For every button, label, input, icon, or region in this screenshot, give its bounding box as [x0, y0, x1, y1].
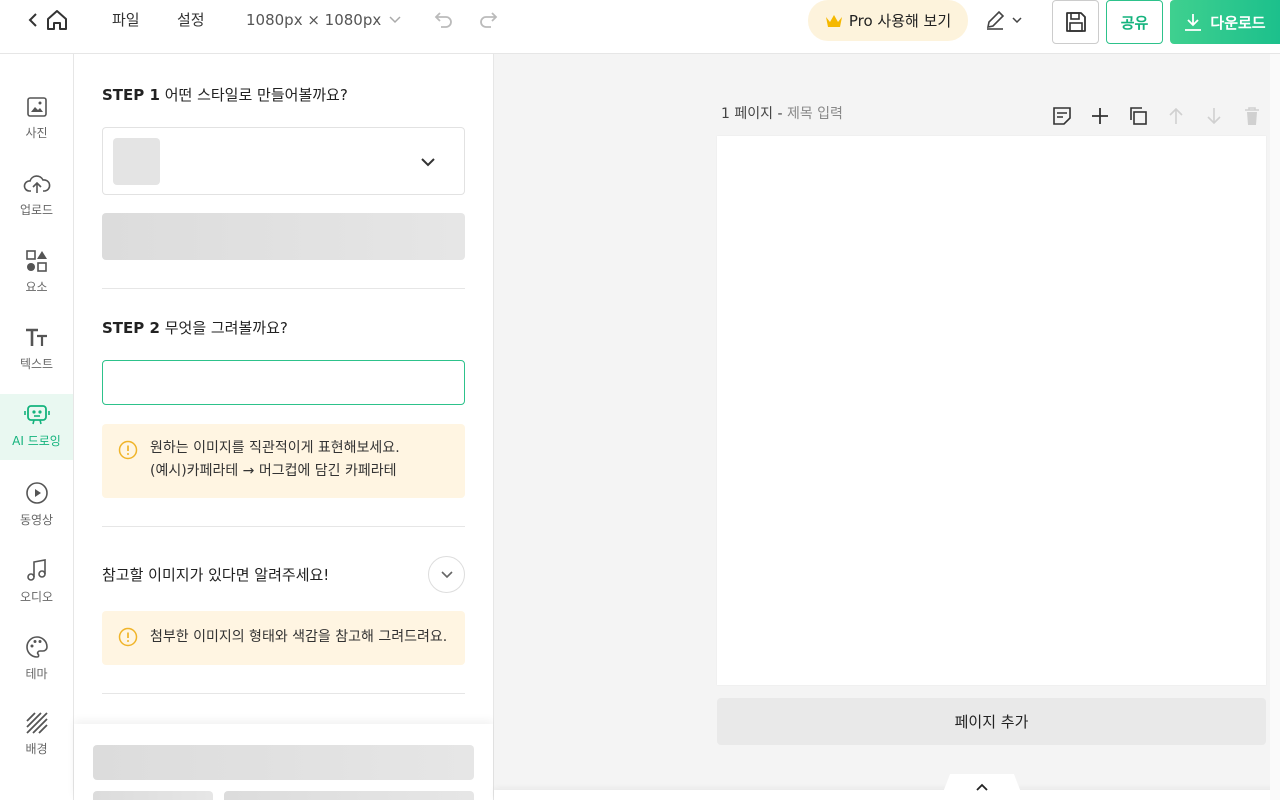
undo-icon[interactable]: [432, 8, 456, 32]
divider: [102, 288, 465, 289]
download-icon: [1185, 14, 1202, 31]
panel-footer: [74, 724, 493, 800]
rail-label: 텍스트: [19, 357, 54, 371]
chevron-up-icon: [976, 783, 988, 791]
prompt-tip-notice: 원하는 이미지를 직관적이게 표현해보세요. (예시)카페라테 → 머그컵에 담…: [102, 424, 465, 498]
upload-icon: [23, 175, 50, 193]
rail-label: AI 드로잉: [12, 434, 61, 448]
back-chevron-icon[interactable]: [26, 10, 40, 30]
elements-icon: [25, 250, 47, 272]
pen-icon: [986, 10, 1005, 30]
step1-number: STEP 1: [102, 86, 160, 104]
music-note-icon: [26, 559, 46, 581]
loading-placeholder: [224, 791, 474, 800]
page-toolbar: [1050, 104, 1264, 128]
reference-tip-notice: 첨부한 이미지의 형태와 색감을 참고해 그려드려요.: [102, 611, 465, 665]
save-button[interactable]: [1052, 0, 1099, 44]
pro-trial-label: Pro 사용해 보기: [848, 12, 952, 30]
style-thumbnail: [113, 138, 160, 185]
style-select[interactable]: [102, 127, 465, 195]
divider: [102, 693, 465, 694]
crown-icon: [825, 14, 842, 27]
background-icon: [25, 712, 48, 734]
settings-menu[interactable]: 설정: [177, 10, 205, 30]
reference-expand-button[interactable]: [428, 556, 465, 593]
rail-item-theme[interactable]: 테마: [0, 625, 73, 691]
left-rail: 사진 업로드 요소 텍스트 AI 드로잉 동영상 오디오 테마 배경: [0, 54, 74, 800]
reference-image-row[interactable]: 참고할 이미지가 있다면 알려주세요!: [102, 554, 465, 594]
generate-button-placeholder: [93, 745, 474, 780]
page-notes-icon[interactable]: [1050, 104, 1074, 128]
duplicate-page-icon[interactable]: [1126, 104, 1150, 128]
chevron-down-icon: [389, 16, 401, 24]
move-page-up-icon[interactable]: [1164, 104, 1188, 128]
edit-mode-dropdown[interactable]: [984, 8, 1032, 32]
rail-item-ai-drawing[interactable]: AI 드로잉: [0, 394, 73, 460]
reference-tip-text: 첨부한 이미지의 형태와 색감을 참고해 그려드려요.: [150, 629, 448, 645]
chevron-down-icon: [440, 570, 453, 578]
prompt-tip-line1: 원하는 이미지를 직관적이게 표현해보세요.: [150, 440, 400, 456]
palette-icon: [25, 636, 48, 658]
page-header: 1 페이지 - 제목 입력: [721, 104, 843, 124]
ai-drawing-panel: STEP 1 어떤 스타일로 만들어볼까요? STEP 2 무엇을 그려볼까요?…: [74, 54, 494, 800]
photo-icon: [26, 97, 47, 117]
delete-page-icon[interactable]: [1240, 104, 1264, 128]
loading-placeholder: [102, 213, 465, 260]
rail-item-upload[interactable]: 업로드: [0, 163, 73, 229]
video-icon: [25, 482, 48, 504]
scrollbar[interactable]: [1270, 54, 1280, 800]
redo-icon[interactable]: [476, 8, 500, 32]
prompt-tip-text: 원하는 이미지를 직관적이게 표현해보세요. (예시)카페라테 → 머그컵에 담…: [150, 437, 400, 483]
add-page-icon[interactable]: [1088, 104, 1112, 128]
floppy-disk-icon: [1065, 12, 1086, 32]
pro-trial-button[interactable]: Pro 사용해 보기: [808, 0, 968, 41]
chevron-down-icon: [421, 158, 435, 167]
step1-title: STEP 1 어떤 스타일로 만들어볼까요?: [102, 85, 348, 105]
add-page-button[interactable]: 페이지 추가: [717, 698, 1266, 745]
loading-placeholder: [93, 791, 213, 800]
share-button[interactable]: 공유: [1106, 0, 1163, 44]
file-menu[interactable]: 파일: [112, 10, 140, 30]
rail-label: 사진: [25, 126, 48, 140]
prompt-input[interactable]: [102, 360, 465, 405]
rail-item-video[interactable]: 동영상: [0, 471, 73, 537]
page-canvas[interactable]: [717, 136, 1266, 685]
step1-question: 어떤 스타일로 만들어볼까요?: [164, 86, 348, 104]
prompt-tip-line2: (예시)카페라테 → 머그컵에 담긴 카페라테: [150, 463, 397, 479]
download-label: 다운로드: [1210, 13, 1266, 32]
home-icon[interactable]: [45, 8, 69, 32]
info-icon: [118, 440, 138, 460]
rail-label: 요소: [25, 280, 48, 294]
bottom-bar: [494, 790, 1280, 800]
info-icon: [118, 627, 138, 647]
rail-label: 테마: [25, 667, 48, 681]
rail-item-background[interactable]: 배경: [0, 702, 73, 768]
download-button[interactable]: 다운로드: [1170, 0, 1280, 44]
chevron-down-icon: [1012, 17, 1022, 23]
page-title-input[interactable]: 제목 입력: [787, 106, 843, 122]
rail-item-photo[interactable]: 사진: [0, 86, 73, 152]
rail-item-audio[interactable]: 오디오: [0, 548, 73, 614]
step2-number: STEP 2: [102, 319, 160, 337]
ai-drawing-icon: [23, 405, 50, 425]
canvas-area: 1 페이지 - 제목 입력 페이지 추가: [494, 54, 1280, 800]
reference-image-label: 참고할 이미지가 있다면 알려주세요!: [102, 566, 330, 584]
canvas-size-dropdown[interactable]: 1080px × 1080px: [246, 10, 401, 30]
top-bar: 파일 설정 1080px × 1080px Pro 사용해 보기 공유 다운로드: [0, 0, 1280, 54]
canvas-size-label: 1080px × 1080px: [246, 11, 382, 29]
rail-item-text[interactable]: 텍스트: [0, 317, 73, 383]
divider: [102, 526, 465, 527]
page-number: 1 페이지: [721, 106, 773, 122]
rail-label: 동영상: [19, 513, 54, 527]
rail-item-elements[interactable]: 요소: [0, 240, 73, 306]
step2-question: 무엇을 그려볼까요?: [164, 319, 288, 337]
step2-title: STEP 2 무엇을 그려볼까요?: [102, 318, 288, 338]
move-page-down-icon[interactable]: [1202, 104, 1226, 128]
rail-label: 오디오: [19, 590, 54, 604]
page-separator: -: [773, 106, 787, 122]
rail-label: 업로드: [19, 203, 54, 217]
expand-bottom-panel-button[interactable]: [940, 774, 1024, 800]
text-icon: [25, 328, 47, 346]
rail-label: 배경: [25, 742, 48, 756]
